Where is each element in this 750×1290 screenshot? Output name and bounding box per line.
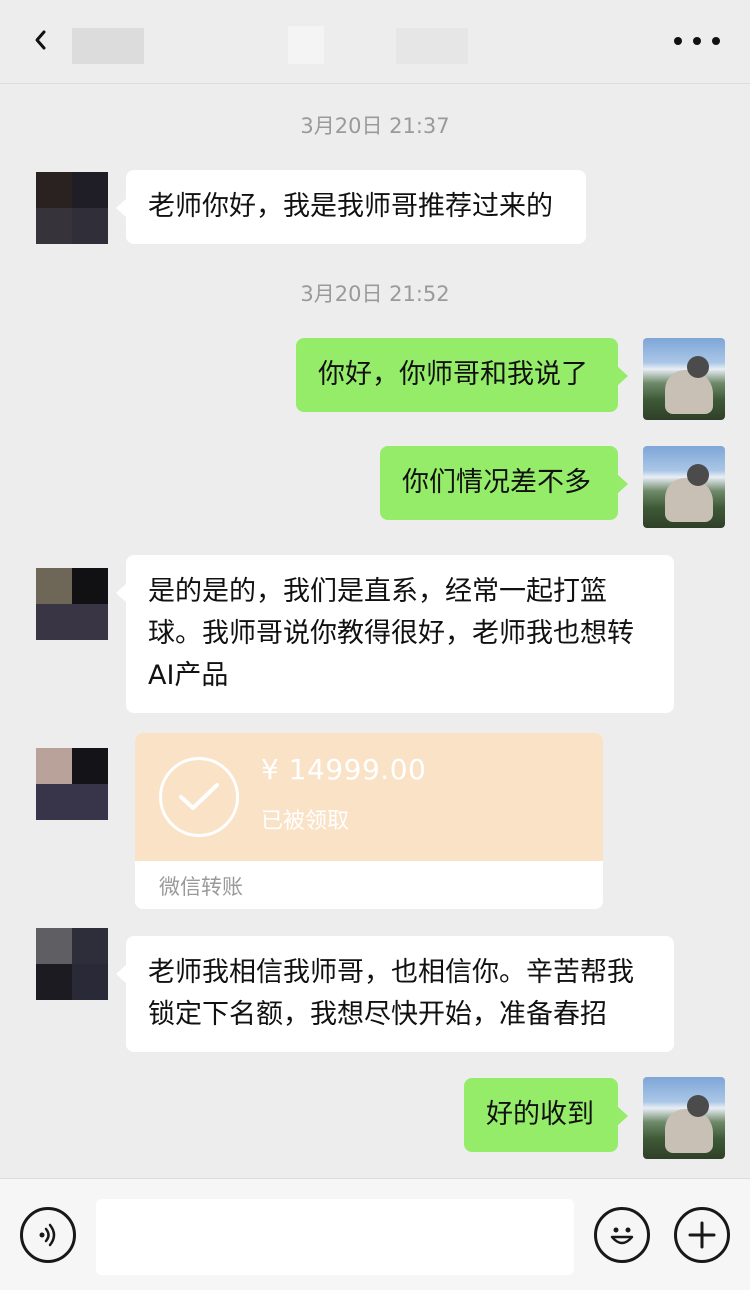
message-bubble[interactable]: 好的收到 (464, 1078, 628, 1152)
message-bubble[interactable]: 老师你好，我是我师哥推荐过来的 (116, 170, 586, 244)
message-bubble[interactable]: 是的是的，我们是直系，经常一起打篮球。我师哥说你教得很好，老师我也想转AI产品 (116, 555, 674, 713)
timestamp: 3月20日 21:52 (300, 282, 450, 306)
voice-icon (39, 1223, 56, 1247)
transfer-card-body: ¥ 14999.00 已被领取 (135, 733, 603, 861)
check-circle-icon (159, 757, 239, 837)
my-avatar[interactable] (643, 1077, 725, 1159)
contact-avatar[interactable] (36, 568, 108, 640)
plus-button[interactable] (674, 1207, 730, 1263)
message-bubble[interactable]: 老师我相信我师哥，也相信你。辛苦帮我锁定下名额，我想尽快开始，准备春招 (116, 936, 674, 1052)
transfer-card[interactable]: ¥ 14999.00 已被领取 微信转账 (135, 733, 603, 909)
back-button[interactable] (22, 22, 58, 58)
message-bubble[interactable]: 你好，你师哥和我说了 (296, 338, 628, 412)
more-dot (693, 37, 701, 45)
input-bar (0, 1178, 750, 1290)
title-redacted-2 (396, 28, 468, 64)
message-input[interactable] (96, 1199, 574, 1275)
emoji-button[interactable] (594, 1207, 650, 1263)
more-dot (712, 37, 720, 45)
title-redacted (288, 26, 324, 64)
my-avatar[interactable] (643, 446, 725, 528)
message-bubble[interactable]: 你们情况差不多 (380, 446, 628, 520)
contact-name-redacted (72, 28, 144, 64)
contact-avatar[interactable] (36, 928, 108, 1000)
transfer-card-footer: 微信转账 (135, 861, 603, 909)
contact-avatar[interactable] (36, 748, 108, 820)
plus-icon (688, 1221, 716, 1249)
more-dot (674, 37, 682, 45)
more-button[interactable] (674, 26, 720, 56)
my-avatar[interactable] (643, 338, 725, 420)
contact-avatar[interactable] (36, 172, 108, 244)
transfer-label: 微信转账 (159, 875, 243, 899)
transfer-amount: ¥ 14999.00 (261, 753, 427, 786)
chat-header (0, 0, 750, 84)
transfer-status: 已被领取 (261, 809, 350, 834)
chevron-left-icon (35, 30, 46, 50)
timestamp: 3月20日 21:37 (300, 114, 450, 138)
emoji-icon (610, 1227, 634, 1245)
voice-button[interactable] (20, 1207, 76, 1263)
